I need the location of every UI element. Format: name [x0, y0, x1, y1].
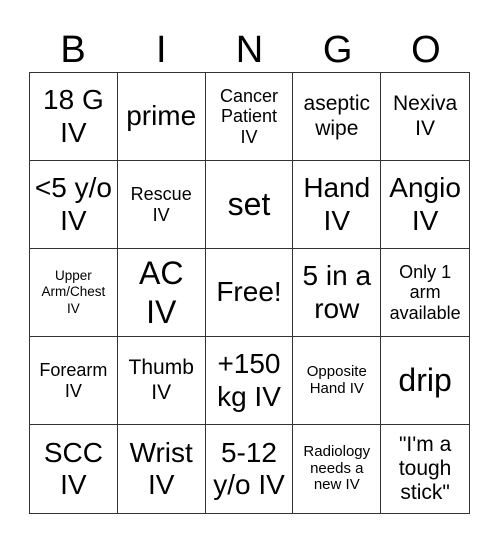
bingo-cell[interactable]: +150 kg IV [205, 337, 294, 425]
bingo-cell[interactable]: Hand IV [293, 161, 382, 249]
bingo-cell[interactable]: Only 1 arm available [381, 249, 469, 337]
header-letter-o: O [411, 29, 441, 71]
bingo-cell[interactable]: Angio IV [381, 161, 469, 249]
bingo-cell[interactable]: set [205, 161, 294, 249]
bingo-cell[interactable]: <5 y/o IV [30, 161, 118, 249]
header-letter-b: B [60, 29, 86, 71]
bingo-cell[interactable]: prime [117, 73, 206, 161]
bingo-cell[interactable]: 5-12 y/o IV [206, 425, 294, 513]
bingo-cell[interactable]: 5 in a row [293, 249, 382, 337]
bingo-cell[interactable]: Wrist IV [118, 425, 206, 513]
bingo-cell[interactable]: Forearm IV [30, 337, 118, 425]
bingo-cell[interactable]: Opposite Hand IV [293, 337, 382, 425]
bingo-cell[interactable]: Radiology needs a new IV [293, 425, 382, 513]
bingo-cell[interactable]: 18 G IV [30, 73, 118, 161]
bingo-cell[interactable]: drip [381, 337, 469, 425]
header-letter-n: N [235, 29, 264, 71]
bingo-cell[interactable]: Thumb IV [117, 337, 206, 425]
bingo-cell[interactable]: Rescue IV [117, 161, 206, 249]
bingo-cell[interactable]: Cancer Patient IV [205, 73, 294, 161]
bingo-cell[interactable]: SCC IV [30, 425, 118, 513]
header-letter-i: I [156, 29, 167, 71]
bingo-header: B I N G O [29, 28, 470, 72]
bingo-cell[interactable]: AC IV [117, 249, 206, 337]
bingo-cell[interactable]: aseptic wipe [293, 73, 382, 161]
bingo-card-grid: 18 G IV prime Cancer Patient IV aseptic wip… [29, 72, 470, 514]
header-letter-g: G [322, 29, 353, 71]
bingo-cell[interactable]: Nexiva IV [381, 73, 469, 161]
bingo-cell[interactable]: Upper Arm/Chest IV [30, 249, 118, 337]
free-space-cell[interactable]: Free! [205, 249, 294, 337]
bingo-cell[interactable]: "I'm a tough stick" [381, 425, 469, 513]
